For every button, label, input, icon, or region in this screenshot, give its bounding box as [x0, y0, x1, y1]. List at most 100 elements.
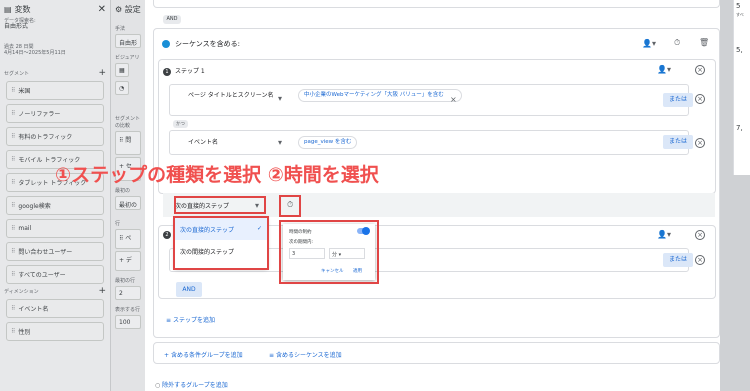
step-2-number: 2 — [163, 231, 171, 239]
segment-item[interactable]: ⠿ 問い合わせユーザー — [6, 242, 104, 261]
step-2-row-remove-icon[interactable]: × — [695, 255, 705, 265]
segment-item[interactable]: ⠿ 米国 — [6, 81, 104, 100]
step-2-scope-icon[interactable]: 👤▾ — [657, 230, 671, 239]
condition-row-1: ページ タイトルとスクリーン名 ▾ 中小企業のWebマーケティング「大阪 バリュ… — [169, 84, 693, 116]
and-connector: かつ — [173, 120, 188, 128]
first-row-label: 最初の行 — [115, 278, 136, 284]
variables-icon: ▤ — [4, 4, 12, 14]
show-rows-value[interactable]: 100 — [115, 315, 141, 329]
variables-header: ▤ 変数 ✕ — [0, 0, 110, 18]
first-row-value[interactable]: 2 — [115, 286, 141, 300]
segment-compare-label: セグメントの比較 — [115, 116, 141, 129]
add-step-text: ステップを追加 — [172, 317, 215, 324]
or-button-2[interactable]: または — [663, 135, 693, 149]
drag-handle-icon[interactable]: ⠿ — [11, 87, 16, 94]
condition-chip-2[interactable]: page_view を含む — [298, 136, 358, 149]
step-1-remove-icon[interactable]: × — [695, 65, 705, 75]
drag-handle-icon[interactable]: ⠿ — [11, 110, 16, 117]
add-conditions-card: + 含める条件グループを追加 ≡ 含めるシーケンスを追加 — [153, 342, 720, 364]
variables-title: 変数 — [14, 4, 31, 14]
step-2-remove-icon[interactable]: × — [695, 230, 705, 240]
show-rows-label: 表示する行 — [115, 307, 141, 313]
drag-handle-icon[interactable]: ⠿ — [11, 328, 16, 335]
dimension-item[interactable]: ⠿ 性別 — [6, 322, 104, 341]
settings-title-text: 設定 — [124, 5, 141, 14]
drag-handle-icon[interactable]: ⠿ — [11, 271, 16, 278]
visualization-table-icon[interactable]: ▦ — [115, 63, 129, 77]
row-2-remove-icon[interactable]: × — [695, 138, 705, 148]
sequence-title: シーケンスを含める: — [162, 39, 240, 49]
and-button[interactable]: AND — [176, 282, 202, 297]
drag-handle-icon[interactable]: ⠿ — [11, 225, 16, 232]
add-group-link[interactable]: + 含める条件グループを追加 — [164, 350, 243, 359]
drag-handle-icon[interactable]: ⠿ — [11, 156, 16, 163]
dimension-item[interactable]: ⠿ イベント名 — [6, 299, 104, 318]
segment-item-label: google検索 — [18, 203, 51, 210]
highlight-step-select — [174, 196, 266, 214]
segment-item-label: ノーリファラー — [18, 111, 61, 118]
technique-select[interactable]: 自由形 — [115, 34, 141, 48]
highlight-timer — [279, 195, 301, 217]
step-1-label-text: ステップ 1 — [175, 68, 205, 75]
timer-off-icon[interactable]: ⏱ — [674, 38, 680, 48]
drag-handle-icon[interactable]: ⠿ — [11, 202, 16, 209]
segment-builder: AND シーケンスを含める: 👤▾ ⏱ 🗑 1 ステップ 1 👤▾ × ページ タ… — [145, 0, 720, 391]
condition-chip-1[interactable]: 中小企業のWebマーケティング「大阪 バリュー」を含む — [298, 89, 462, 102]
drag-handle-icon[interactable]: ⠿ — [11, 133, 16, 140]
segment-item[interactable]: ⠿ すべてのユーザー — [6, 265, 104, 284]
highlight-menu — [173, 216, 269, 270]
row-slot[interactable]: ⠿ ペ — [115, 229, 141, 249]
segment-item[interactable]: ⠿ google検索 — [6, 196, 104, 215]
date-range-value[interactable]: 4月14日～2025年5月11日 — [0, 50, 110, 56]
segments-header-label: セグメント — [4, 71, 30, 77]
dimension-select-2[interactable]: イベント名 — [188, 139, 218, 147]
dropdown-arrow-icon[interactable]: ▾ — [278, 94, 282, 103]
technique-label: 手法 — [115, 26, 126, 32]
add-step-link[interactable]: ≡ ステップを追加 — [166, 315, 215, 324]
row-1-remove-icon[interactable]: × — [695, 94, 705, 104]
or-button-3[interactable]: または — [663, 253, 693, 267]
segment-item-label: すべてのユーザー — [18, 272, 66, 279]
annotation-text: ①ステップの種類を選択 ②時間を選択 — [55, 164, 379, 186]
add-sequence-text: 含めるシーケンスを追加 — [275, 352, 342, 359]
row-label: 行 — [115, 221, 121, 227]
step-1-number: 1 — [163, 68, 171, 76]
delete-icon[interactable]: 🗑 — [699, 38, 709, 47]
or-button-1[interactable]: または — [663, 93, 693, 107]
drag-handle-icon[interactable]: ⠿ — [11, 179, 16, 186]
add-dimension-icon[interactable]: + — [98, 287, 106, 296]
dimensions-header: ディメンション + — [0, 287, 110, 296]
highlight-popup — [279, 220, 379, 284]
dimensions-header-label: ディメンション — [4, 289, 39, 295]
right-value-2: 5, — [736, 46, 743, 54]
segment-item[interactable]: ⠿ 有料のトラフィック — [6, 127, 104, 146]
drag-handle-icon[interactable]: ⠿ — [11, 248, 16, 255]
segment-item[interactable]: ⠿ mail — [6, 219, 104, 238]
segment-compare-slot[interactable]: ⠿ 問 — [115, 131, 141, 155]
previous-condition-card — [153, 0, 720, 8]
default-select[interactable]: 最初の — [115, 196, 141, 210]
and-pill: AND — [163, 15, 181, 24]
step-1-label: 1 ステップ 1 — [163, 66, 205, 76]
dimension-select-1[interactable]: ページ タイトルとスクリーン名 — [188, 92, 278, 100]
right-value-1: 5 — [736, 2, 741, 10]
segment-item-label: 問い合わせユーザー — [18, 249, 73, 256]
add-sequence-link[interactable]: ≡ 含めるシーケンスを追加 — [269, 350, 342, 359]
visualization-chart-icon[interactable]: ◔ — [115, 81, 129, 95]
right-value-3: 7, — [736, 124, 743, 132]
user-scope-icon[interactable]: 👤▾ — [642, 39, 656, 48]
close-icon[interactable]: ✕ — [98, 4, 106, 15]
exclude-group-link[interactable]: ○ 除外するグループを追加 — [155, 380, 228, 389]
dimension-item-label: 性別 — [18, 329, 31, 336]
dropdown-arrow-icon[interactable]: ▾ — [278, 138, 282, 147]
sequence-title-text: シーケンスを含める: — [175, 40, 241, 48]
add-step-icon: ≡ — [166, 317, 172, 324]
segment-item-label: 米国 — [18, 88, 31, 95]
settings-gear-icon: ⚙ — [115, 5, 123, 14]
drag-handle-icon[interactable]: ⠿ — [11, 305, 16, 312]
add-segment-icon[interactable]: + — [98, 69, 106, 78]
step-user-scope-icon[interactable]: 👤▾ — [657, 65, 671, 74]
row-add[interactable]: + デ — [115, 251, 141, 271]
segment-item[interactable]: ⠿ ノーリファラー — [6, 104, 104, 123]
chip-remove-icon[interactable]: × — [450, 95, 457, 104]
